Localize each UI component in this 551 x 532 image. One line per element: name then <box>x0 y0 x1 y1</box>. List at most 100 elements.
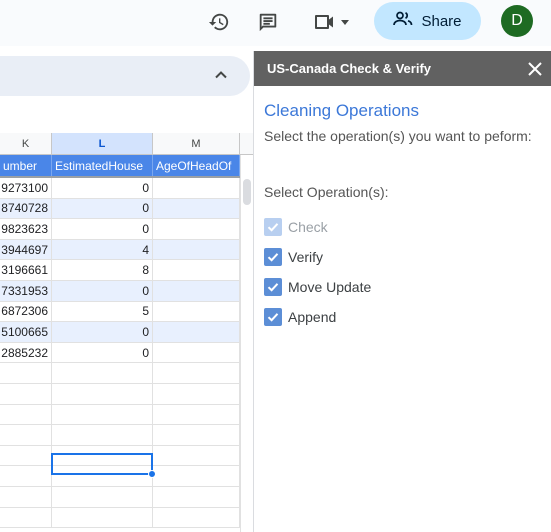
column-header-k[interactable]: K <box>0 133 52 155</box>
cell-k[interactable] <box>0 487 52 507</box>
cell-k[interactable] <box>0 425 52 445</box>
cell-l[interactable] <box>52 384 153 404</box>
checkbox-append[interactable] <box>264 308 282 326</box>
checkbox-verify[interactable] <box>264 248 282 266</box>
chevron-up-icon[interactable] <box>214 68 228 87</box>
cell-l[interactable] <box>52 507 153 528</box>
cell-l[interactable] <box>52 487 153 507</box>
table-row: 3944697 4 <box>0 239 240 261</box>
table-row: 9823623 0 <box>0 219 240 240</box>
cell-l[interactable] <box>52 404 153 425</box>
cell-header-l[interactable]: EstimatedHouse <box>52 155 153 176</box>
cell-header-m[interactable]: AgeOfHeadOf <box>153 155 240 176</box>
cell-k[interactable] <box>0 384 52 404</box>
operations-label: Select Operation(s): <box>264 184 389 200</box>
sidebar-title: US-Canada Check & Verify <box>267 61 432 76</box>
spreadsheet-grid[interactable]: K L M umber EstimatedHouse AgeOfHeadOf 9… <box>0 133 253 532</box>
vertical-scrollbar[interactable] <box>240 155 253 532</box>
cell-m[interactable] <box>153 445 240 466</box>
close-sidebar-button[interactable] <box>526 60 544 78</box>
operation-verify[interactable]: Verify <box>264 247 323 267</box>
column-header-l[interactable]: L <box>52 133 153 155</box>
cell-m[interactable] <box>153 281 240 301</box>
selected-cell-outline[interactable] <box>51 453 153 475</box>
cell-k[interactable] <box>0 445 52 466</box>
cell-l[interactable]: 0 <box>52 342 153 363</box>
cell-m[interactable] <box>153 322 240 342</box>
share-button-label: Share <box>421 12 462 30</box>
cell-l[interactable] <box>52 363 153 383</box>
cell-l[interactable]: 4 <box>52 239 153 260</box>
top-toolbar: Share D <box>0 0 551 46</box>
cell-k[interactable]: 9273100 <box>0 178 52 198</box>
table-row: 6872306 5 <box>0 301 240 323</box>
cell-k[interactable]: 9823623 <box>0 219 52 239</box>
cell-m[interactable] <box>153 404 240 425</box>
section-title: Cleaning Operations <box>264 101 419 120</box>
cell-l[interactable]: 0 <box>52 322 153 342</box>
table-row: 8740728 0 <box>0 198 240 220</box>
checkmark-icon <box>267 223 279 232</box>
people-icon <box>393 11 413 32</box>
table-row <box>0 507 240 529</box>
meet-button[interactable] <box>306 6 356 38</box>
cell-k[interactable] <box>0 466 52 486</box>
table-row: 9273100 0 <box>0 178 240 199</box>
cell-m[interactable] <box>153 239 240 260</box>
avatar[interactable]: D <box>501 5 533 37</box>
cell-k[interactable]: 6872306 <box>0 301 52 322</box>
cell-m[interactable] <box>153 487 240 507</box>
cell-k[interactable]: 3944697 <box>0 239 52 260</box>
table-row <box>0 425 240 446</box>
cell-l[interactable]: 0 <box>52 178 153 198</box>
table-row <box>0 384 240 405</box>
cell-l[interactable]: 0 <box>52 219 153 239</box>
cell-k[interactable]: 8740728 <box>0 198 52 219</box>
cell-header-k[interactable]: umber <box>0 155 52 176</box>
share-button[interactable]: Share <box>374 2 481 40</box>
cell-l[interactable]: 0 <box>52 198 153 219</box>
cell-k[interactable]: 7331953 <box>0 281 52 301</box>
comment-icon <box>257 11 279 33</box>
cell-l[interactable]: 8 <box>52 260 153 280</box>
cell-m[interactable] <box>153 301 240 322</box>
cell-k[interactable]: 3196661 <box>0 260 52 280</box>
cell-m[interactable] <box>153 198 240 219</box>
cell-k[interactable] <box>0 404 52 425</box>
cell-m[interactable] <box>153 507 240 528</box>
cell-m[interactable] <box>153 425 240 445</box>
operation-label: Verify <box>288 249 324 265</box>
cell-m[interactable] <box>153 384 240 404</box>
video-camera-icon <box>313 12 337 32</box>
fill-handle[interactable] <box>148 470 156 478</box>
cell-m[interactable] <box>153 219 240 239</box>
cell-l[interactable]: 0 <box>52 281 153 301</box>
table-row <box>0 363 240 384</box>
table-row: 3196661 8 <box>0 260 240 281</box>
operation-move-update[interactable]: Move Update <box>264 277 371 297</box>
cell-m[interactable] <box>153 178 240 198</box>
cell-k[interactable] <box>0 363 52 383</box>
comments-button[interactable] <box>252 6 284 38</box>
cell-m[interactable] <box>153 363 240 383</box>
instructions-text: Select the operation(s) you want to pefo… <box>264 128 532 144</box>
caret-down-icon <box>341 19 349 25</box>
cell-m[interactable] <box>153 342 240 363</box>
operation-append[interactable]: Append <box>264 307 336 327</box>
cell-k[interactable] <box>0 507 52 528</box>
scrollbar-thumb[interactable] <box>243 179 251 205</box>
operation-label: Move Update <box>288 279 372 295</box>
cell-m[interactable] <box>153 260 240 280</box>
cell-l[interactable]: 5 <box>52 301 153 322</box>
checkmark-icon <box>267 283 279 292</box>
add-on-sidebar: US-Canada Check & Verify Cleaning Operat… <box>253 51 551 532</box>
table-row: 7331953 0 <box>0 281 240 302</box>
cell-k[interactable]: 5100665 <box>0 322 52 342</box>
version-history-button[interactable] <box>203 6 235 38</box>
cell-k[interactable]: 2885232 <box>0 342 52 363</box>
checkbox-move-update[interactable] <box>264 278 282 296</box>
sidebar-header: US-Canada Check & Verify <box>254 51 551 86</box>
column-header-m[interactable]: M <box>153 133 240 155</box>
cell-l[interactable] <box>52 425 153 445</box>
cell-m[interactable] <box>153 466 240 486</box>
